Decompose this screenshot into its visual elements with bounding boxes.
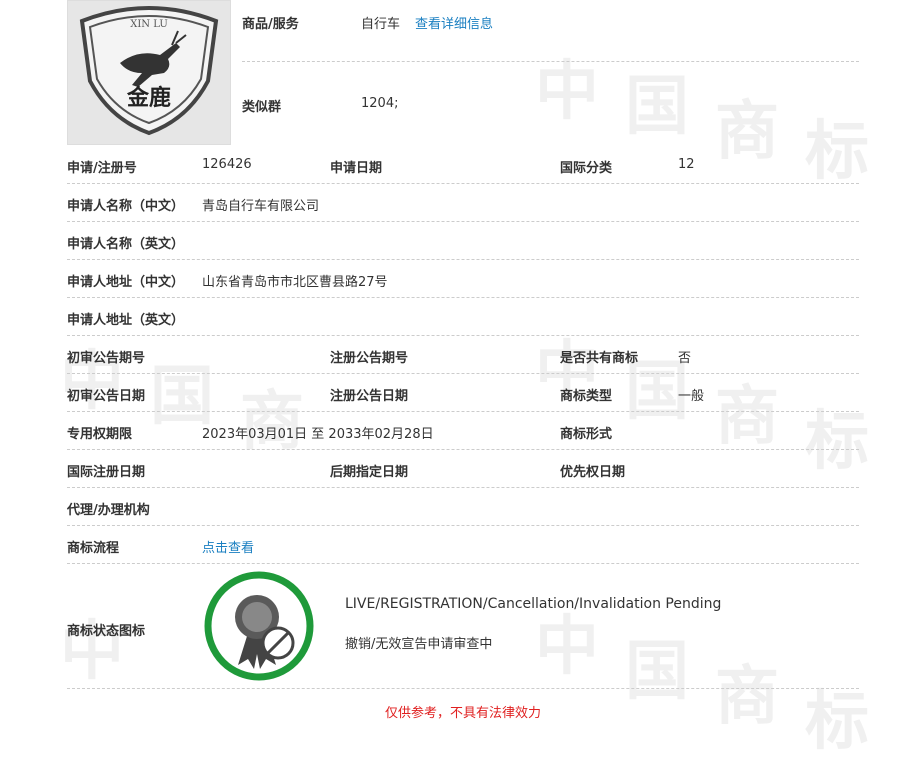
status-row: 商标状态图标 LIVE/REGISTRATION/Cancellation/In… [67, 563, 859, 689]
agent-label: 代理/办理机构 [67, 503, 150, 518]
term-row: 专用权期限 2023年03月01日 至 2033年02月28日 商标形式 [67, 411, 859, 450]
logo-text-bottom: 金鹿 [126, 85, 171, 111]
name-en-label: 申请人名称（英文） [67, 237, 185, 252]
agent-row: 代理/办理机构 [67, 487, 859, 526]
status-icon [204, 571, 314, 681]
process-link[interactable]: 点击查看 [202, 537, 254, 556]
name-en-row: 申请人名称（英文） [67, 221, 859, 260]
addr-cn-value: 山东省青岛市市北区曹县路27号 [202, 275, 388, 290]
group-row: 类似群 1204; [242, 62, 859, 144]
prelim-no-label: 初审公告期号 [67, 351, 146, 366]
pub-date-row: 初审公告日期 注册公告日期 商标类型 一般 [67, 373, 859, 412]
reg-pub-date-label: 注册公告日期 [330, 389, 409, 404]
group-value: 1204; [361, 96, 399, 111]
addr-cn-label: 申请人地址（中文） [67, 275, 185, 290]
priority-label: 优先权日期 [560, 465, 626, 480]
addr-en-row: 申请人地址（英文） [67, 297, 859, 336]
term-value: 2023年03月01日 至 2033年02月28日 [202, 427, 434, 442]
shared-value: 否 [678, 351, 692, 366]
prelim-date-label: 初审公告日期 [67, 389, 146, 404]
intl-reg-date-label: 国际注册日期 [67, 465, 146, 480]
name-cn-value: 青岛自行车有限公司 [202, 199, 320, 214]
trademark-image: XIN LU 金鹿 [67, 0, 231, 145]
process-row: 商标流程 点击查看 [67, 525, 859, 564]
reg-no-row: 申请/注册号 126426 申请日期 国际分类 12 [67, 145, 859, 184]
reg-pub-no-label: 注册公告期号 [330, 351, 409, 366]
process-label: 商标流程 [67, 541, 120, 556]
intl-date-row: 国际注册日期 后期指定日期 优先权日期 [67, 449, 859, 488]
goods-value: 自行车 [361, 17, 401, 32]
goods-detail-link[interactable]: 查看详细信息 [415, 13, 493, 32]
pub-no-row: 初审公告期号 注册公告期号 是否共有商标 否 [67, 335, 859, 374]
goods-row: 商品/服务 自行车 查看详细信息 [242, 0, 859, 62]
name-cn-row: 申请人名称（中文） 青岛自行车有限公司 [67, 183, 859, 222]
goods-label: 商品/服务 [242, 17, 299, 32]
later-date-label: 后期指定日期 [330, 465, 409, 480]
tm-type-value: 一般 [678, 389, 705, 404]
reg-no-label: 申请/注册号 [67, 161, 137, 176]
deer-logo-icon: XIN LU 金鹿 [68, 1, 230, 144]
addr-cn-row: 申请人地址（中文） 山东省青岛市市北区曹县路27号 [67, 259, 859, 298]
term-label: 专用权期限 [67, 427, 133, 442]
tm-form-label: 商标形式 [560, 427, 613, 442]
name-cn-label: 申请人名称（中文） [67, 199, 185, 214]
status-label: 商标状态图标 [67, 624, 146, 639]
reg-no-value: 126426 [202, 157, 252, 172]
tm-type-label: 商标类型 [560, 389, 613, 404]
intl-class-value: 12 [678, 157, 695, 172]
shared-label: 是否共有商标 [560, 351, 639, 366]
disclaimer: 仅供参考，不具有法律效力 [384, 706, 541, 721]
logo-text-top: XIN LU [130, 19, 168, 30]
group-label: 类似群 [242, 100, 282, 115]
intl-class-label: 国际分类 [560, 161, 613, 176]
status-en: LIVE/REGISTRATION/Cancellation/Invalidat… [345, 596, 722, 612]
app-date-label: 申请日期 [330, 161, 383, 176]
ribbon-badge-icon [204, 571, 314, 681]
addr-en-label: 申请人地址（英文） [67, 313, 185, 328]
status-cn: 撤销/无效宣告申请审查中 [345, 637, 493, 652]
